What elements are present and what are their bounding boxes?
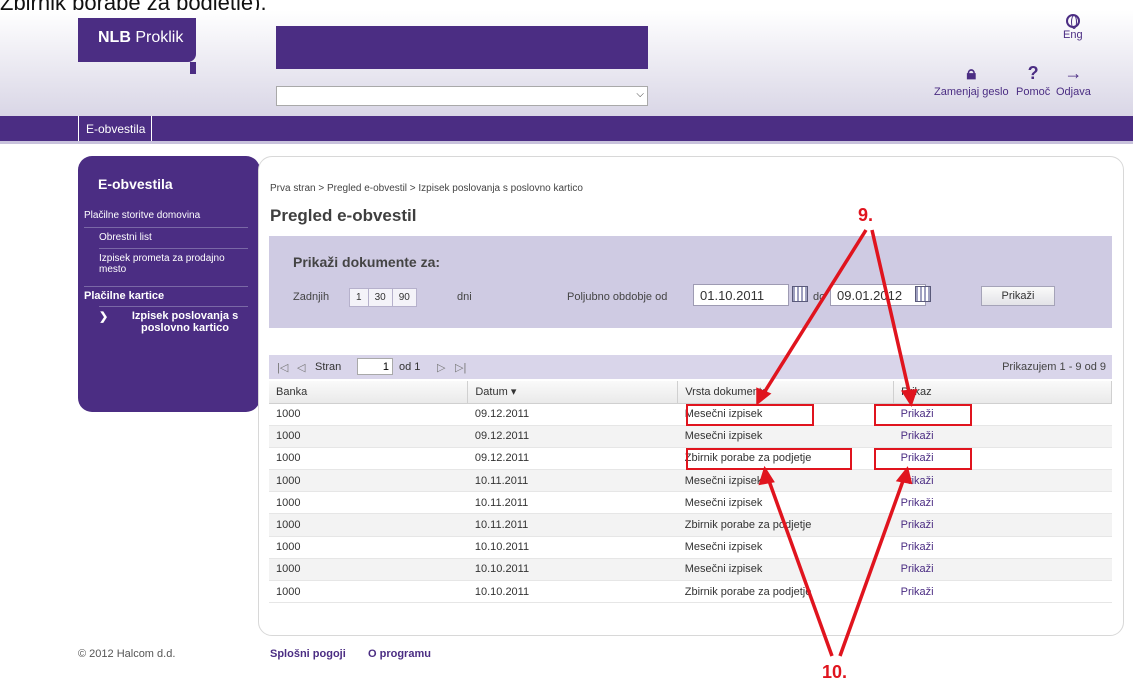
copyright: © 2012 Halcom d.d. — [78, 648, 176, 660]
arrow-head — [758, 465, 775, 486]
arrow-head — [756, 387, 772, 406]
arrow-line — [760, 229, 868, 397]
arrow-line — [870, 229, 912, 397]
terms-link[interactable]: Splošni pogoji — [270, 648, 346, 660]
annotation-arrows — [756, 229, 918, 657]
arrow-head — [900, 389, 918, 408]
arrow-line — [766, 477, 834, 657]
annotation-label-9: 9. — [858, 205, 874, 225]
arrow-line — [838, 477, 906, 657]
annotation-label-10: 10. — [822, 662, 848, 682]
about-link[interactable]: O programu — [368, 648, 431, 660]
arrow-head — [895, 466, 913, 485]
